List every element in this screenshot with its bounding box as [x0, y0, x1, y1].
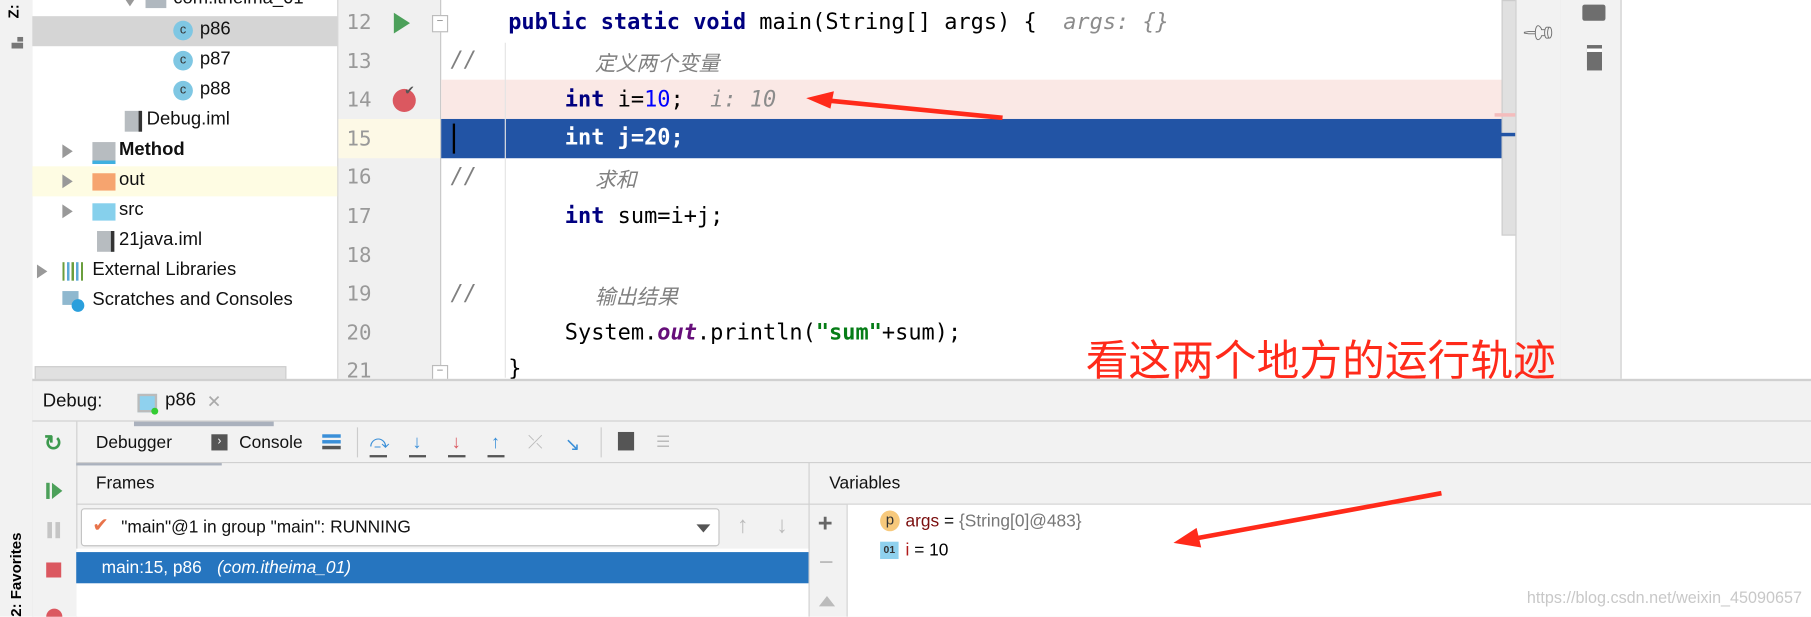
ide-window: Z: S 2: Favorites com.itheima_01 c p86 c… — [0, 0, 1811, 617]
annotation-arrows — [806, 91, 1442, 548]
arrow-to-variables — [1173, 490, 1442, 548]
arrow-to-inline-hint — [806, 91, 1003, 121]
